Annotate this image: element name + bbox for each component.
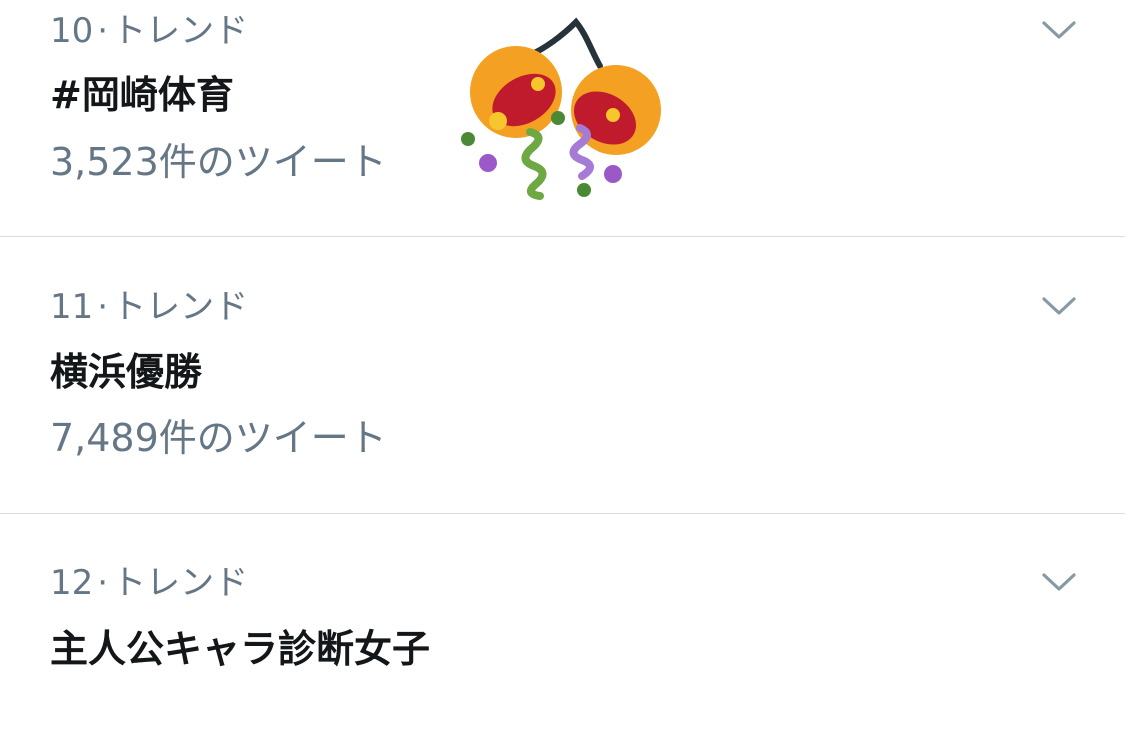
trend-list: 10 · トレンド #岡崎体育 3,523件のツイート 11 · トレンド 横浜… xyxy=(0,0,1125,729)
trend-separator: · xyxy=(97,563,109,603)
trend-context: トレンド xyxy=(112,563,249,603)
party-popper-icon xyxy=(461,17,661,200)
trend-item[interactable]: 10 · トレンド #岡崎体育 3,523件のツイート xyxy=(0,0,1125,236)
chevron-down-icon[interactable] xyxy=(1041,18,1077,42)
trend-title[interactable]: #岡崎体育 xyxy=(50,72,234,118)
trend-rank: 12 xyxy=(50,563,94,603)
trend-context: トレンド xyxy=(112,11,249,51)
trend-item[interactable]: 12 · トレンド 主人公キャラ診断女子 xyxy=(0,514,1125,729)
tweet-count: 7,489件のツイート xyxy=(50,416,387,460)
trend-separator: · xyxy=(97,287,109,327)
chevron-down-icon[interactable] xyxy=(1041,570,1077,594)
trend-meta: 12 · トレンド xyxy=(50,563,248,603)
trend-context: トレンド xyxy=(112,287,249,327)
chevron-down-icon[interactable] xyxy=(1041,294,1077,318)
trend-rank: 10 xyxy=(50,11,94,51)
trend-meta: 10 · トレンド xyxy=(50,11,248,51)
trend-title[interactable]: 横浜優勝 xyxy=(50,349,202,395)
trend-separator: · xyxy=(97,11,109,51)
trend-meta: 11 · トレンド xyxy=(50,287,248,327)
trend-title[interactable]: 主人公キャラ診断女子 xyxy=(50,626,430,672)
trend-item[interactable]: 11 · トレンド 横浜優勝 7,489件のツイート xyxy=(0,237,1125,513)
trend-rank: 11 xyxy=(50,287,94,327)
tweet-count: 3,523件のツイート xyxy=(50,140,387,184)
